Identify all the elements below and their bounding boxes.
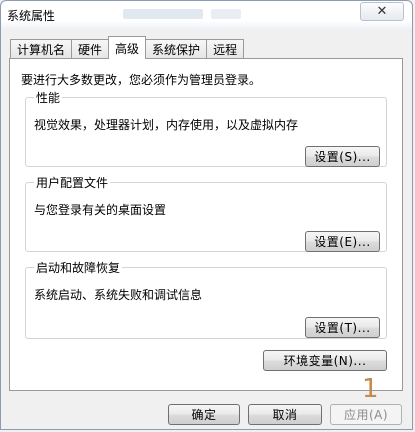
tab-hardware[interactable]: 硬件 <box>71 39 110 58</box>
annotation-number: 1 <box>362 374 379 404</box>
tab-advanced[interactable]: 高级 <box>108 36 147 59</box>
close-icon: ✕ <box>376 4 388 19</box>
system-properties-window: 系统属性 ✕ 计算机名 硬件 高级 系统保护 远程 要进行大多数更改，您必须作为… <box>0 0 413 430</box>
window-title: 系统属性 <box>7 9 56 23</box>
close-button[interactable]: ✕ <box>360 2 404 21</box>
tab-computer-name[interactable]: 计算机名 <box>10 39 73 58</box>
apply-button[interactable]: 应用(A) <box>330 404 402 425</box>
performance-settings-button[interactable]: 设置(S)... <box>305 146 380 167</box>
performance-group-title: 性能 <box>36 91 61 105</box>
user-profiles-settings-button[interactable]: 设置(E)... <box>305 231 380 252</box>
tab-strip: 计算机名 硬件 高级 系统保护 远程 <box>10 36 245 59</box>
performance-group-desc: 视觉效果，处理器计划，内存使用，以及虚拟内存 <box>34 118 299 132</box>
tab-remote[interactable]: 远程 <box>206 39 245 58</box>
user-profiles-group-title: 用户配置文件 <box>36 176 109 190</box>
environment-variables-button[interactable]: 环境变量(N)... <box>263 350 387 371</box>
background-window-ghost <box>211 9 241 19</box>
user-profiles-group-desc: 与您登录有关的桌面设置 <box>34 203 167 217</box>
background-window-ghost <box>123 9 203 19</box>
startup-recovery-group: 启动和故障恢复 系统启动、系统失败和调试信息 设置(T)... <box>25 259 387 339</box>
startup-recovery-group-title: 启动和故障恢复 <box>36 261 121 275</box>
title-bar: 系统属性 ✕ <box>1 1 412 29</box>
performance-group: 性能 视觉效果，处理器计划，内存使用，以及虚拟内存 设置(S)... <box>25 89 387 167</box>
startup-recovery-settings-button[interactable]: 设置(T)... <box>305 317 380 338</box>
user-profiles-group: 用户配置文件 与您登录有关的桌面设置 设置(E)... <box>25 174 387 252</box>
ok-button[interactable]: 确定 <box>168 404 240 425</box>
tab-system-protection[interactable]: 系统保护 <box>145 39 208 58</box>
startup-recovery-group-desc: 系统启动、系统失败和调试信息 <box>34 288 203 302</box>
admin-notice: 要进行大多数更改，您必须作为管理员登录。 <box>21 73 262 87</box>
cancel-button[interactable]: 取消 <box>248 404 322 425</box>
